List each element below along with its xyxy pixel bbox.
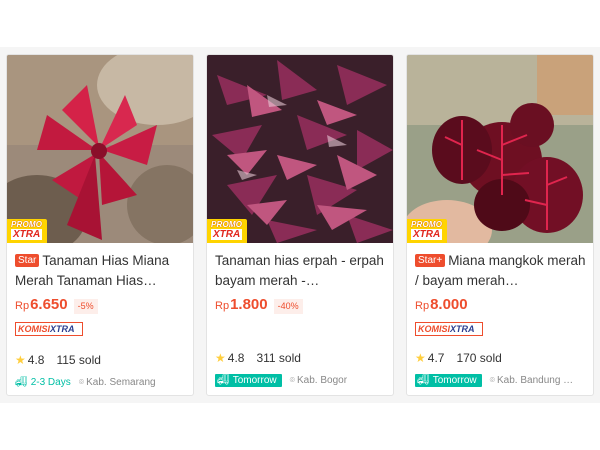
delivery-estimate: 🚚︎ Tomorrow (215, 373, 282, 387)
rating-value: 4.7 (427, 351, 445, 365)
shipping-row: 🚚︎ Tomorrow ⌾ Kab. Bogor (215, 373, 347, 387)
rating-row: ★ 4.8 115 sold (15, 352, 101, 368)
shipping-row: 🚚︎ Tomorrow ⌾ Kab. Bandung … (415, 373, 573, 387)
product-title[interactable]: Star Tanaman Hias Miana Merah Tanaman Hia… (15, 251, 187, 293)
delivery-text: Tomorrow (432, 374, 477, 386)
product-image[interactable]: PROMO XTRA (407, 55, 593, 243)
product-card[interactable]: PROMO XTRA Star Tanaman Hias Miana Merah … (6, 54, 194, 396)
delivery-text: 2-3 Days (30, 376, 71, 388)
price-amount: 1.800 (230, 296, 268, 313)
location-pin-icon: ⌾ (289, 374, 296, 385)
seller-location: ⌾ Kab. Semarang (79, 377, 156, 388)
product-price: Rp 1.800 -40% (215, 296, 303, 316)
komisi-xtra-badge: KOMISIXTRA (15, 322, 83, 336)
sold-count: 170 sold (456, 351, 502, 365)
star-icon: ★ (215, 351, 226, 365)
page-top (0, 0, 600, 47)
seller-location: ⌾ Kab. Bandung … (490, 375, 574, 386)
location-text: Kab. Bandung … (497, 374, 574, 386)
promo-xtra-badge: PROMO XTRA (407, 219, 447, 243)
product-title-text: Tanaman hias erpah - erpah bayam merah -… (215, 253, 384, 288)
page-bottom (0, 403, 600, 450)
rating-row: ★ 4.7 170 sold (415, 350, 502, 366)
product-price: Rp 8.000 (415, 296, 468, 316)
rating-row: ★ 4.8 311 sold (215, 350, 301, 366)
price-currency: Rp (415, 300, 430, 312)
delivery-estimate: 🚚︎ Tomorrow (415, 373, 482, 387)
coleus-plant-image (7, 55, 193, 243)
price-amount: 8.000 (430, 296, 468, 313)
location-pin-icon: ⌾ (489, 374, 496, 385)
shipping-row: 🚚︎ 2-3 Days ⌾ Kab. Semarang (15, 375, 156, 389)
delivery-text: Tomorrow (232, 374, 277, 386)
truck-icon: 🚚︎ (217, 374, 230, 386)
product-card[interactable]: PROMO XTRA Star+ Miana mangkok merah / ba… (406, 54, 594, 396)
promo-xtra-badge: PROMO XTRA (207, 219, 247, 243)
product-title[interactable]: Tanaman hias erpah - erpah bayam merah -… (215, 251, 387, 293)
star-icon: ★ (415, 351, 426, 365)
discount-badge: -40% (273, 298, 303, 314)
truck-icon: 🚚︎ (417, 374, 430, 386)
star-badge: Star (15, 254, 40, 267)
product-image[interactable]: PROMO XTRA (207, 55, 393, 243)
erpah-plant-image (207, 55, 393, 243)
product-price: Rp 6.650 -5% (15, 296, 98, 316)
discount-badge: -5% (73, 298, 98, 314)
product-title[interactable]: Star+ Miana mangkok merah / bayam merah… (415, 251, 587, 293)
star-icon: ★ (15, 353, 26, 367)
rating-value: 4.8 (27, 353, 45, 367)
star-plus-badge: Star+ (415, 254, 446, 267)
truck-icon: 🚚︎ (15, 376, 28, 388)
location-pin-icon: ⌾ (78, 376, 85, 387)
location-text: Kab. Semarang (86, 376, 156, 388)
sold-count: 115 sold (56, 353, 101, 367)
price-currency: Rp (215, 300, 230, 312)
promo-xtra-badge: PROMO XTRA (7, 219, 47, 243)
price-currency: Rp (15, 300, 30, 312)
product-image[interactable]: PROMO XTRA (7, 55, 193, 243)
product-card[interactable]: PROMO XTRA Tanaman hias erpah - erpah ba… (206, 54, 394, 396)
miana-mangkok-plant-image (407, 55, 593, 243)
komisi-xtra-badge: KOMISIXTRA (415, 322, 483, 336)
price-amount: 6.650 (30, 296, 68, 313)
sold-count: 311 sold (256, 351, 301, 365)
location-text: Kab. Bogor (297, 374, 348, 386)
rating-value: 4.8 (227, 351, 245, 365)
seller-location: ⌾ Kab. Bogor (290, 375, 347, 386)
delivery-estimate: 🚚︎ 2-3 Days (15, 377, 71, 388)
